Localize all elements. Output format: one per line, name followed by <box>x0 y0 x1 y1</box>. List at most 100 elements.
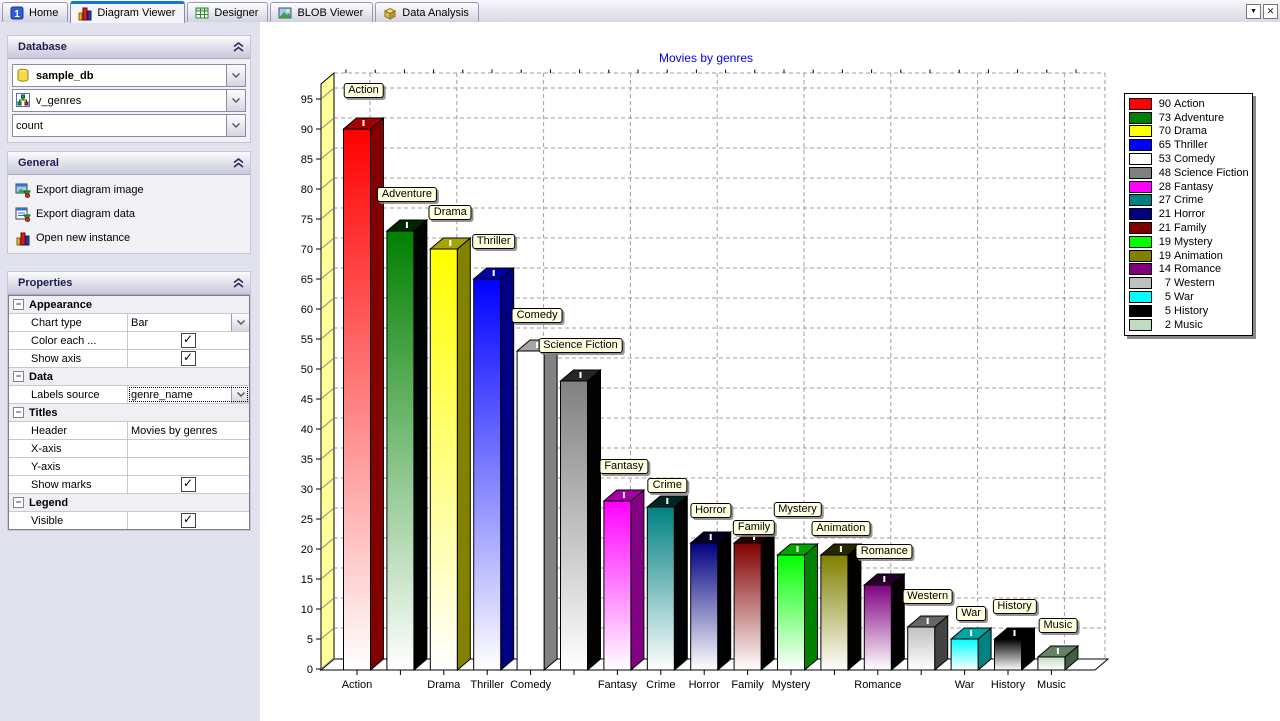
svg-text:Family: Family <box>731 679 764 691</box>
properties-panel-header[interactable]: Properties <box>8 272 250 295</box>
labels-source-select[interactable]: genre_name <box>128 386 249 403</box>
svg-text:War: War <box>955 679 975 691</box>
legend-value: 53 <box>1156 153 1171 165</box>
collapse-minus-icon[interactable]: − <box>13 407 24 418</box>
property-row-chart-type: Chart type Bar <box>9 314 249 332</box>
column-select-value: count <box>16 120 43 132</box>
legend-swatch <box>1129 208 1152 220</box>
svg-text:80: 80 <box>301 184 313 196</box>
legend-item-Western: 7Western <box>1129 276 1250 290</box>
property-label: X-axis <box>9 440 128 457</box>
property-label: Color each ... <box>9 332 128 349</box>
tab-list-button[interactable]: ▼ <box>1246 4 1261 19</box>
dropdown-button[interactable] <box>226 115 245 136</box>
legend-item-Crime: 27Crime <box>1129 194 1250 208</box>
legend-swatch <box>1129 305 1152 317</box>
property-row-header: Header Movies by genres <box>9 422 249 440</box>
dropdown-button[interactable] <box>231 314 249 331</box>
general-panel-header[interactable]: General <box>8 152 250 175</box>
export-diagram-image-command[interactable]: Export diagram image <box>11 178 247 202</box>
legend-swatch <box>1129 153 1152 165</box>
database-select[interactable]: sample_db <box>12 64 246 87</box>
legend-item-Thriller: 65Thriller <box>1129 138 1250 152</box>
group-name: Legend <box>29 497 68 509</box>
legend-item-War: 5War <box>1129 290 1250 304</box>
legend-item-Action: 90Action <box>1129 97 1250 111</box>
legend-swatch <box>1129 236 1152 248</box>
group-row-titles[interactable]: − Titles <box>9 404 249 422</box>
legend-label: Horror <box>1174 208 1205 220</box>
bar-Thriller <box>474 268 514 670</box>
legend-swatch <box>1129 277 1152 289</box>
property-label: Visible <box>9 512 128 529</box>
group-row-data[interactable]: − Data <box>9 368 249 386</box>
collapse-chevron-icon[interactable] <box>233 278 244 288</box>
legend-label: Animation <box>1174 250 1223 262</box>
legend-swatch <box>1129 139 1152 151</box>
bar-Comedy <box>517 340 557 670</box>
svg-text:Mystery: Mystery <box>772 679 811 691</box>
collapse-minus-icon[interactable]: − <box>13 371 24 382</box>
tab-data-analysis[interactable]: Data Analysis <box>375 2 479 22</box>
legend-label: Family <box>1174 222 1206 234</box>
show-marks-checkbox[interactable] <box>181 477 196 492</box>
group-row-legend[interactable]: − Legend <box>9 494 249 512</box>
column-select[interactable]: count <box>12 114 246 137</box>
table-select[interactable]: v_genres <box>12 89 246 112</box>
export-diagram-data-command[interactable]: Export diagram data <box>11 202 247 226</box>
legend-label: Romance <box>1174 263 1221 275</box>
bar-Romance <box>864 574 904 670</box>
tab-blob-viewer[interactable]: BLOB Viewer <box>270 2 373 22</box>
close-button[interactable]: ✕ <box>1263 4 1278 19</box>
legend-label: Mystery <box>1174 236 1213 248</box>
collapse-minus-icon[interactable]: − <box>13 497 24 508</box>
svg-text:85: 85 <box>301 154 313 166</box>
legend-swatch <box>1129 194 1152 206</box>
view-icon <box>16 93 32 109</box>
show-axis-checkbox[interactable] <box>181 351 196 366</box>
collapse-minus-icon[interactable]: − <box>13 299 24 310</box>
legend-visible-checkbox[interactable] <box>181 513 196 528</box>
svg-text:60: 60 <box>301 304 313 316</box>
tab-home[interactable]: 1 Home <box>2 2 68 22</box>
svg-text:Movies by genres: Movies by genres <box>659 51 753 65</box>
legend-item-Animation: 19Animation <box>1129 249 1250 263</box>
labels-source-value: genre_name <box>131 389 193 401</box>
svg-text:1: 1 <box>14 9 20 20</box>
dropdown-button[interactable] <box>231 386 249 403</box>
database-panel-header[interactable]: Database <box>8 36 250 59</box>
bar-War <box>951 628 991 670</box>
tab-diagram-viewer[interactable]: Diagram Viewer <box>70 1 185 23</box>
legend-label: Fantasy <box>1174 181 1213 193</box>
header-title-value[interactable]: Movies by genres <box>131 425 217 437</box>
property-row-show-axis: Show axis <box>9 350 249 368</box>
property-grid: − Appearance Chart type Bar Color each .… <box>8 295 250 530</box>
collapse-chevron-icon[interactable] <box>233 158 244 168</box>
table-grid-icon <box>194 5 210 21</box>
tab-designer[interactable]: Designer <box>187 2 268 22</box>
legend-item-Fantasy: 28Fantasy <box>1129 180 1250 194</box>
legend-swatch <box>1129 291 1152 303</box>
collapse-chevron-icon[interactable] <box>233 42 244 52</box>
legend-item-Horror: 21Horror <box>1129 207 1250 221</box>
svg-text:Action: Action <box>342 679 373 691</box>
group-row-appearance[interactable]: − Appearance <box>9 296 249 314</box>
app-window: 1 Home Diagram Viewer Designer BLOB View… <box>0 0 1280 721</box>
legend-label: Music <box>1174 319 1203 331</box>
svg-text:55: 55 <box>301 334 313 346</box>
svg-text:70: 70 <box>301 244 313 256</box>
legend-value: 28 <box>1156 181 1171 193</box>
chart-type-value: Bar <box>131 317 148 329</box>
chart-type-select[interactable]: Bar <box>128 314 249 331</box>
open-new-instance-command[interactable]: Open new instance <box>11 226 247 250</box>
dropdown-button[interactable] <box>226 90 245 111</box>
bar-Animation <box>821 544 861 670</box>
legend-swatch <box>1129 125 1152 137</box>
properties-panel: Properties − Appearance Chart type Bar <box>8 272 250 530</box>
legend-swatch <box>1129 263 1152 275</box>
color-each-checkbox[interactable] <box>181 333 196 348</box>
dropdown-button[interactable] <box>226 65 245 86</box>
legend-item-Comedy: 53Comedy <box>1129 152 1250 166</box>
svg-text:10: 10 <box>301 604 313 616</box>
legend-item-History: 5History <box>1129 304 1250 318</box>
